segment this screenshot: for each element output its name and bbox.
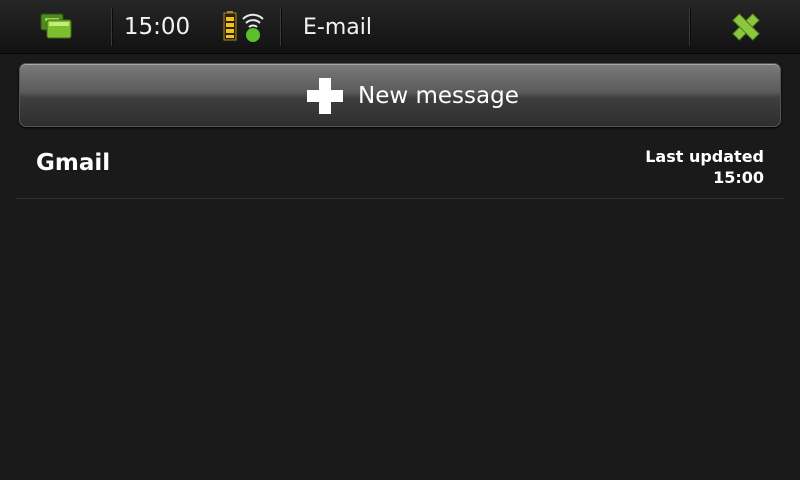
plus-icon bbox=[307, 78, 343, 114]
status-bar: 15:00 E-mail bbox=[0, 0, 800, 54]
last-updated-time: 15:00 bbox=[713, 168, 764, 187]
email-app-screen: 15:00 E-mail New message Gmail Last upda… bbox=[0, 0, 800, 480]
status-bar-divider bbox=[280, 8, 281, 46]
status-indicators[interactable] bbox=[220, 8, 270, 46]
wifi-icon bbox=[242, 13, 264, 42]
new-message-label: New message bbox=[358, 83, 519, 109]
status-clock: 15:00 bbox=[123, 14, 191, 40]
new-message-button[interactable]: New message bbox=[19, 63, 781, 127]
last-updated-label: Last updated bbox=[645, 147, 764, 166]
close-button[interactable] bbox=[724, 8, 768, 46]
battery-icon bbox=[223, 11, 237, 41]
task-switcher-button[interactable] bbox=[30, 6, 80, 48]
task-switcher-icon bbox=[40, 13, 72, 39]
account-name: Gmail bbox=[36, 150, 111, 176]
close-icon bbox=[732, 13, 760, 41]
account-item-gmail[interactable]: Gmail Last updated 15:00 bbox=[16, 136, 784, 199]
last-updated: Last updated 15:00 bbox=[645, 146, 764, 188]
status-bar-divider bbox=[689, 8, 690, 46]
app-title: E-mail bbox=[303, 15, 372, 40]
